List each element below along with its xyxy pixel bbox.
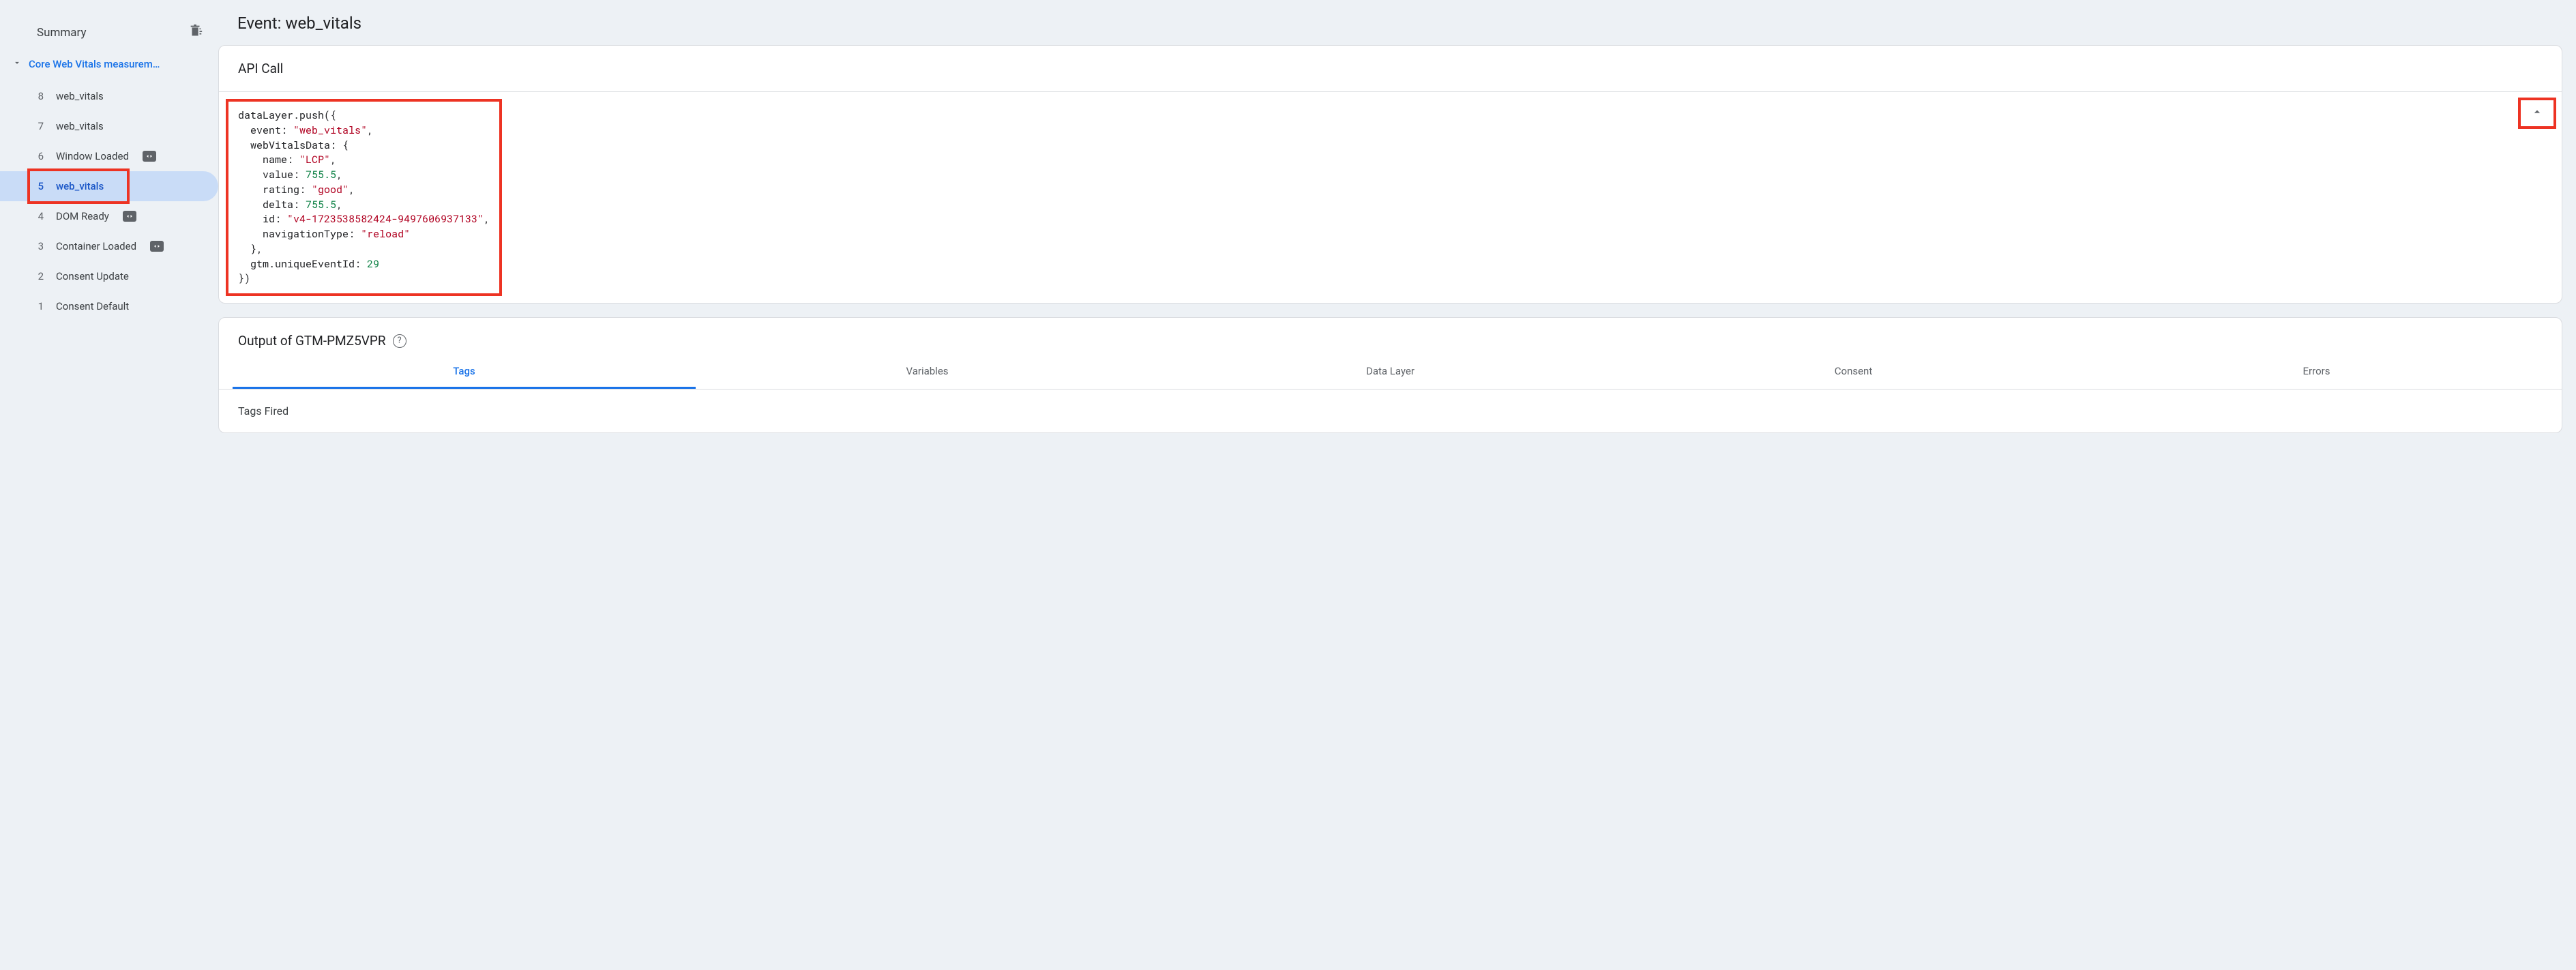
- code-key: name: [263, 153, 287, 166]
- tags-fired-label: Tags Fired: [219, 390, 2562, 432]
- api-call-card: API Call dataLayer.push({ event: "web_vi…: [218, 45, 2562, 304]
- code-str: "v4-1723538582424-9497606937133": [287, 212, 484, 226]
- output-header: Output of GTM-PMZ5VPR ?: [219, 318, 2562, 355]
- code-key: rating: [263, 183, 299, 196]
- event-num: 3: [31, 240, 44, 252]
- event-num: 6: [31, 150, 44, 162]
- event-label: web_vitals: [56, 90, 104, 102]
- event-label: Window Loaded: [56, 150, 129, 162]
- code-str: "LCP": [299, 153, 330, 166]
- event-num: 7: [31, 120, 44, 132]
- code-key: gtm.uniqueEventId: [250, 257, 355, 271]
- tab-consent[interactable]: Consent: [1622, 355, 2085, 389]
- code-key: event: [250, 123, 281, 137]
- event-item[interactable]: 6 Window Loaded: [0, 141, 218, 171]
- code-key: webVitalsData: [250, 138, 330, 152]
- tab-data-layer[interactable]: Data Layer: [1159, 355, 1622, 389]
- event-item-selected[interactable]: 5 web_vitals: [0, 171, 218, 201]
- output-tabs: Tags Variables Data Layer Consent Errors: [219, 355, 2562, 390]
- code-str: "web_vitals": [293, 123, 367, 137]
- api-call-code: dataLayer.push({ event: "web_vitals", we…: [226, 99, 502, 296]
- output-card: Output of GTM-PMZ5VPR ? Tags Variables D…: [218, 317, 2562, 433]
- event-num: 2: [31, 270, 44, 282]
- event-item[interactable]: 2 Consent Update: [0, 261, 218, 291]
- tab-tags[interactable]: Tags: [233, 355, 696, 389]
- summary-label[interactable]: Summary: [37, 26, 86, 40]
- event-item[interactable]: 7 web_vitals: [0, 111, 218, 141]
- code-key: navigationType: [263, 227, 349, 241]
- tree-header[interactable]: Core Web Vitals measurem…: [0, 51, 218, 77]
- event-num: 1: [31, 300, 44, 312]
- code-num: 29: [367, 257, 379, 271]
- event-num: 5: [31, 180, 44, 192]
- clear-icon[interactable]: [188, 23, 203, 42]
- sidebar: Summary Core Web Vitals measurem… 8 web_…: [0, 0, 218, 970]
- event-label: web_vitals: [56, 120, 104, 132]
- event-label: Consent Default: [56, 300, 129, 312]
- chevron-down-icon: [12, 58, 22, 70]
- tab-errors[interactable]: Errors: [2085, 355, 2548, 389]
- code-badge-icon: [150, 241, 164, 252]
- event-label: DOM Ready: [56, 210, 109, 222]
- code-key: value: [263, 168, 293, 181]
- event-item[interactable]: 1 Consent Default: [0, 291, 218, 321]
- event-item[interactable]: 4 DOM Ready: [0, 201, 218, 231]
- tree-header-label: Core Web Vitals measurem…: [29, 58, 160, 70]
- event-label: Consent Update: [56, 270, 129, 282]
- event-num: 4: [31, 210, 44, 222]
- event-item[interactable]: 8 web_vitals: [0, 81, 218, 111]
- collapse-button[interactable]: [2518, 98, 2556, 129]
- code-badge-icon: [123, 211, 136, 222]
- event-label: web_vitals: [56, 180, 104, 192]
- event-label: Container Loaded: [56, 240, 136, 252]
- summary-row: Summary: [0, 14, 218, 51]
- page-title: Event: web_vitals: [218, 14, 2562, 45]
- code-num: 755.5: [306, 198, 336, 211]
- api-call-header: API Call: [219, 46, 2562, 92]
- code-fn: dataLayer.push: [238, 108, 324, 122]
- event-list: 8 web_vitals 7 web_vitals 6 Window Loade…: [0, 81, 218, 321]
- event-item[interactable]: 3 Container Loaded: [0, 231, 218, 261]
- event-num: 8: [31, 90, 44, 102]
- code-str: "reload": [361, 227, 410, 241]
- main-panel: Event: web_vitals API Call dataLayer.pus…: [218, 0, 2576, 970]
- code-num: 755.5: [306, 168, 336, 181]
- output-header-label: Output of GTM-PMZ5VPR: [238, 333, 386, 349]
- code-key: id: [263, 212, 275, 226]
- code-str: "good": [312, 183, 349, 196]
- help-icon[interactable]: ?: [393, 334, 406, 348]
- code-key: delta: [263, 198, 293, 211]
- api-call-body: dataLayer.push({ event: "web_vitals", we…: [219, 92, 2562, 303]
- code-badge-icon: [143, 151, 156, 162]
- tab-variables[interactable]: Variables: [696, 355, 1159, 389]
- chevron-up-icon: [2530, 105, 2544, 121]
